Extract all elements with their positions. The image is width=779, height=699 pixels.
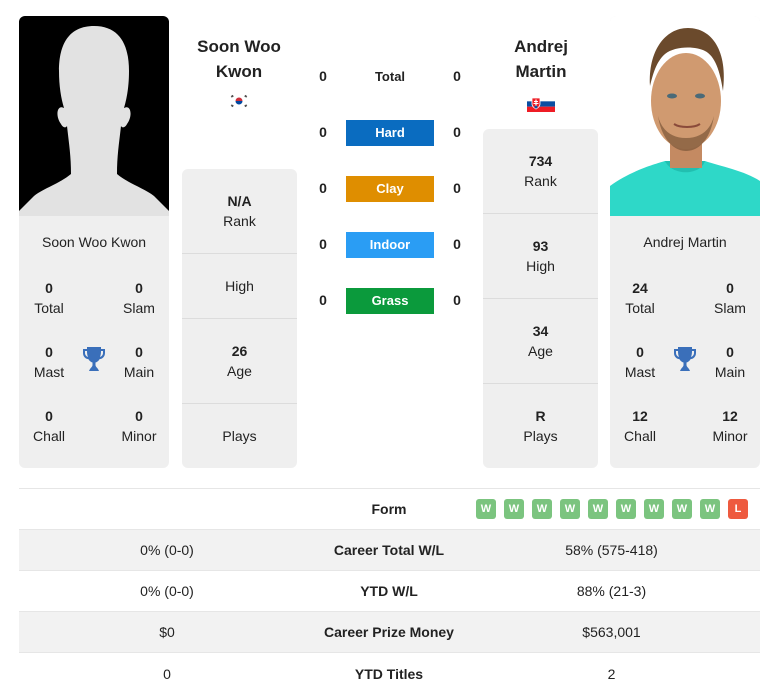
player-left-name: Soon Woo Kwon — [41, 234, 147, 250]
titles-total: 24 Total — [625, 280, 655, 316]
titles-mast: 0 Mast — [33, 344, 65, 380]
stat-age: 34 Age — [483, 299, 598, 384]
titles-slam: 0 Slam — [714, 280, 746, 316]
titles-minor: 0 Minor — [121, 408, 157, 444]
player-left-photo — [19, 16, 169, 216]
form-badge-win[interactable]: W — [532, 499, 552, 519]
surface-row-total: 0 Total 0 — [319, 68, 461, 84]
stat-rank: 734 Rank — [483, 129, 598, 214]
trophy-icon — [83, 347, 105, 371]
surface-row-clay: 0 Clay 0 — [310, 176, 470, 202]
table-row: 0 YTD Titles 2 — [163, 665, 616, 682]
stat-age: 26 Age — [182, 319, 297, 404]
player-right-stats: 734 Rank 93 High 34 Age R Plays — [483, 129, 598, 468]
form-badge-win[interactable]: W — [476, 499, 496, 519]
form-badges: WWWWWWWWWL — [463, 499, 760, 519]
form-row: Form WWWWWWWWWL — [19, 489, 760, 530]
titles-slam: 0 Slam — [123, 280, 155, 316]
silhouette-icon — [19, 26, 169, 216]
form-badge-win[interactable]: W — [560, 499, 580, 519]
table-row: $0 Career Prize Money $563,001 — [19, 612, 760, 653]
stat-plays: R Plays — [523, 408, 558, 444]
form-badge-win[interactable]: W — [672, 499, 692, 519]
player-right-photo — [610, 16, 760, 216]
surface-row-hard: 0 Hard 0 — [310, 120, 470, 146]
player-right-name: Andrej Martin — [643, 234, 727, 250]
stat-high: High — [182, 254, 297, 319]
stat-plays: Plays — [222, 428, 257, 444]
form-badge-win[interactable]: W — [700, 499, 720, 519]
table-row: 0% (0-0) YTD W/L 88% (21-3) — [19, 571, 760, 612]
form-badge-win[interactable]: W — [644, 499, 664, 519]
slovakia-flag-icon — [527, 96, 555, 112]
titles-main: 0 Main — [123, 344, 155, 380]
titles-mast: 0 Mast — [624, 344, 656, 380]
surface-badge-indoor[interactable]: Indoor — [346, 232, 434, 258]
player-left-card: Soon Woo Kwon 0 Total 0 Slam 0 Mast 0 Ma… — [19, 16, 169, 468]
south-korea-flag-icon — [229, 94, 249, 108]
surface-badge-clay[interactable]: Clay — [346, 176, 434, 202]
stat-rank: N/A Rank — [182, 169, 297, 254]
table-row: 0% (0-0) Career Total W/L 58% (575-418) — [19, 530, 760, 571]
stat-high: 93 High — [483, 214, 598, 299]
player-right-card: Andrej Martin 24 Total 0 Slam 0 Mast 0 M… — [610, 16, 760, 468]
player-headshot-icon — [610, 28, 760, 216]
form-badge-win[interactable]: W — [504, 499, 524, 519]
surface-row-grass: 0 Grass 0 — [310, 288, 470, 314]
player-left-heading[interactable]: Soon Woo Kwon — [169, 34, 309, 84]
surface-badge-hard[interactable]: Hard — [346, 120, 434, 146]
titles-minor: 12 Minor — [712, 408, 748, 444]
titles-total: 0 Total — [34, 280, 64, 316]
form-badge-loss[interactable]: L — [728, 499, 748, 519]
player-left-stats: N/A Rank High 26 Age Plays — [182, 169, 297, 468]
form-badge-win[interactable]: W — [588, 499, 608, 519]
titles-chall: 0 Chall — [33, 408, 65, 444]
player-right-heading[interactable]: Andrej Martin — [471, 34, 611, 84]
trophy-icon — [674, 347, 696, 371]
form-label: Form — [371, 501, 407, 517]
comparison-table: Form WWWWWWWWWL 0% (0-0) Career Total W/… — [19, 488, 760, 694]
surface-badge-grass[interactable]: Grass — [346, 288, 434, 314]
titles-chall: 12 Chall — [624, 408, 656, 444]
form-badge-win[interactable]: W — [616, 499, 636, 519]
titles-main: 0 Main — [714, 344, 746, 380]
surface-row-indoor: 0 Indoor 0 — [310, 232, 470, 258]
